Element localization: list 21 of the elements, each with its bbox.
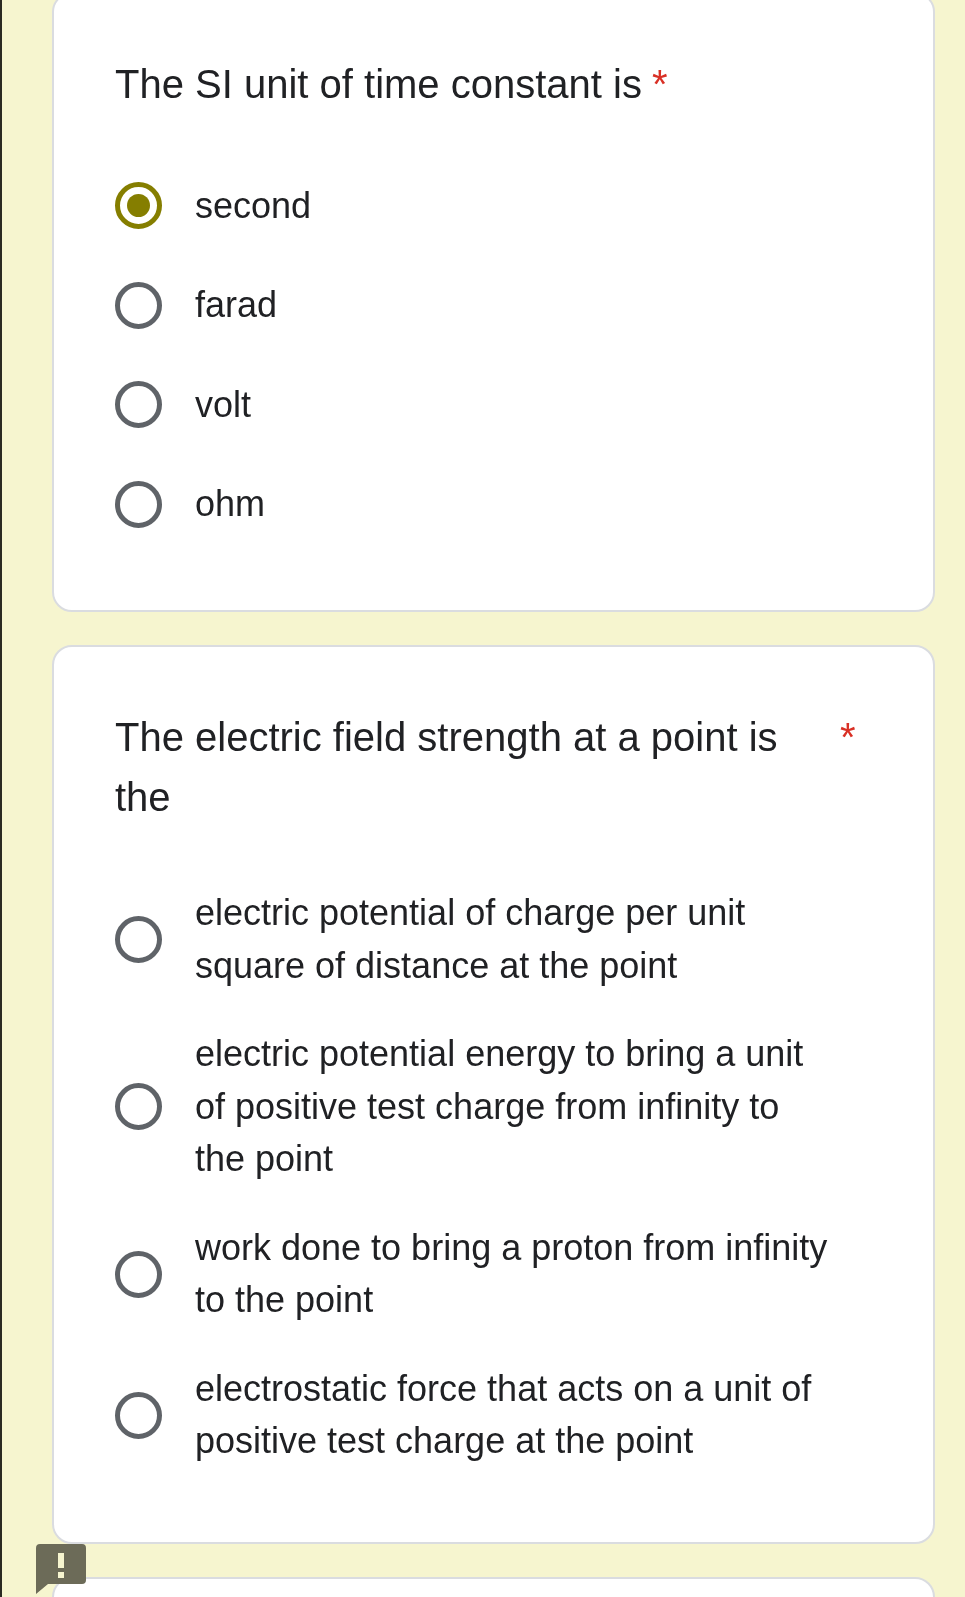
required-asterisk: * (651, 61, 668, 108)
option-label: electric potential of charge per unit square of distance at the point (195, 891, 747, 988)
option-label: volt (195, 382, 252, 427)
question-title: The SI unit of time constant is (115, 61, 642, 108)
question-title: The electric field strength at a point is the (115, 714, 779, 821)
radio-button[interactable] (115, 182, 162, 230)
radio-button[interactable] (115, 381, 162, 429)
radio-button[interactable] (115, 1391, 162, 1439)
option-label: electric potential energy to bring a unit of positive test charge from infinity to the point (195, 1032, 805, 1181)
required-asterisk: * (840, 714, 856, 761)
option-label: electrostatic force that acts on a unit of positive test charge at the point (195, 1366, 813, 1463)
option-label: second (195, 183, 312, 228)
radio-button[interactable] (115, 1250, 162, 1298)
option-label: farad (195, 283, 278, 327)
feedback-icon[interactable] (36, 1543, 86, 1594)
option-label: ohm (195, 482, 266, 526)
radio-button[interactable] (115, 1083, 162, 1131)
radio-button[interactable] (115, 480, 162, 528)
radio-button[interactable] (115, 916, 162, 963)
option-label: work done to bring a proton from infinity to the point (195, 1225, 829, 1322)
radio-button[interactable] (115, 281, 162, 329)
